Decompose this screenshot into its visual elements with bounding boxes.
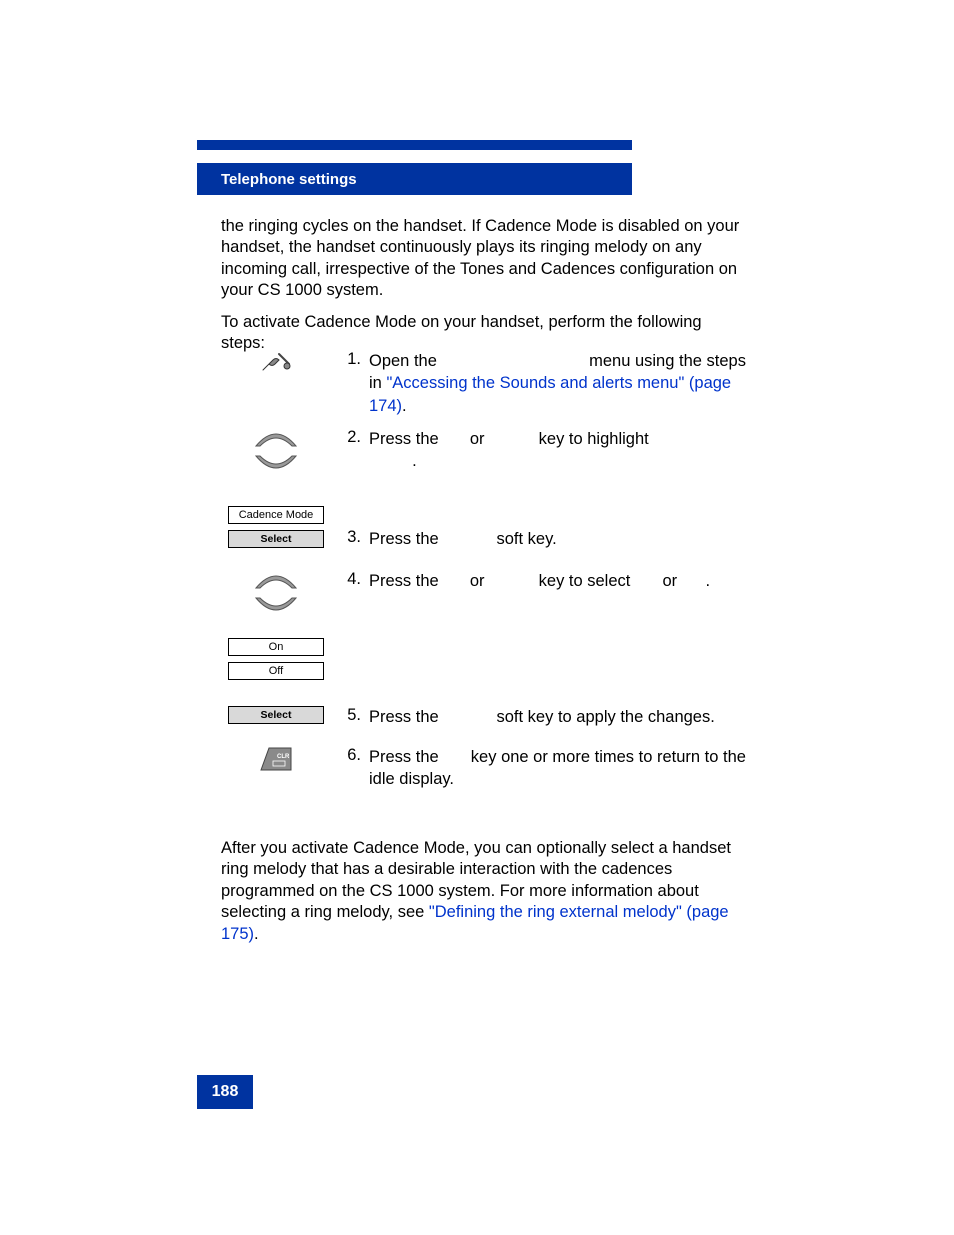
clr-key-icon: CLR: [259, 746, 293, 772]
up-key-icon: [254, 570, 298, 590]
header-accent-bar: [197, 140, 632, 150]
intro-paragraph-1: the ringing cycles on the handset. If Ca…: [221, 216, 741, 302]
select-softkey-box: Select: [228, 530, 324, 548]
step-number: 3.: [331, 506, 369, 547]
down-key-icon: [254, 596, 298, 616]
select-softkey-box: Select: [228, 706, 324, 724]
up-key-icon: [254, 428, 298, 448]
outro-paragraph: After you activate Cadence Mode, you can…: [221, 838, 741, 945]
step-1-row: 1. Open the Sounds and alerts menu using…: [221, 350, 751, 422]
section-header: Telephone settings: [197, 163, 632, 195]
step-4-row: On Off 4. Press the Up or Down key to se…: [221, 570, 751, 700]
on-label-box: On: [228, 638, 324, 656]
down-key-icon: [254, 454, 298, 474]
step-3-text: Press the Select soft key.: [369, 506, 751, 550]
step-1-text: Open the Sounds and alerts menu using th…: [369, 350, 751, 417]
page-number: 188: [212, 1083, 239, 1101]
svg-text:CLR: CLR: [277, 754, 290, 760]
step-5-row: Select 5. Press the Select soft key to a…: [221, 706, 751, 736]
step-2-text: Press the Up or Down key to highlight Ca…: [369, 428, 751, 473]
page-number-box: 188: [197, 1075, 253, 1109]
step-number: 2.: [331, 428, 369, 447]
step-number: 4.: [331, 570, 369, 589]
instruction-steps: 1. Open the Sounds and alerts menu using…: [221, 350, 751, 798]
sounds-alerts-menu-link[interactable]: "Accessing the Sounds and alerts menu" (…: [369, 374, 731, 414]
cadence-mode-label-box: Cadence Mode: [228, 506, 324, 524]
step-3-row: Cadence Mode Select 3. Press the Select …: [221, 506, 751, 562]
step-2-row: 2. Press the Up or Down key to highlight…: [221, 428, 751, 500]
step-number: 1.: [331, 350, 369, 369]
step-number: 6.: [331, 746, 369, 765]
step-4-text: Press the Up or Down key to select On or…: [369, 570, 751, 592]
step-number: 5.: [331, 706, 369, 725]
step-5-text: Press the Select soft key to apply the c…: [369, 706, 751, 728]
off-label-box: Off: [228, 662, 324, 680]
section-header-text: Telephone settings: [221, 171, 357, 188]
intro-paragraph-2: To activate Cadence Mode on your handset…: [221, 312, 741, 355]
step-6-row: CLR 6. Press the Clr key one or more tim…: [221, 746, 751, 792]
settings-tools-icon: [259, 350, 293, 374]
step-6-text: Press the Clr key one or more times to r…: [369, 746, 751, 791]
